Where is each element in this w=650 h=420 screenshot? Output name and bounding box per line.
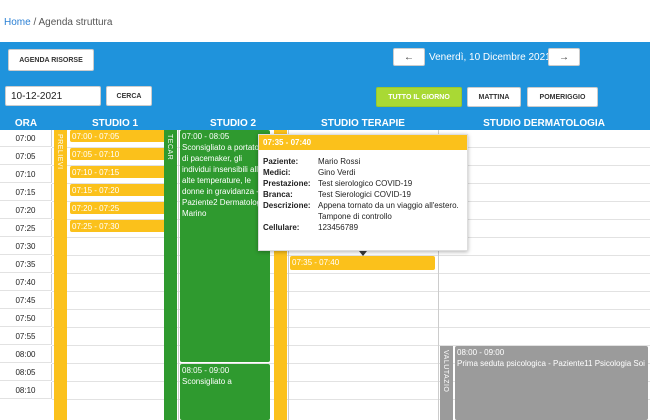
prelievi-label: PRELIEVI <box>56 134 63 170</box>
tooltip-arrow <box>359 251 367 256</box>
event-s1-5[interactable]: 07:25 - 07:30 <box>70 220 176 232</box>
tooltip-service: Test sierologico COVID-19 <box>318 179 413 188</box>
grid-line <box>52 309 650 310</box>
tutto-il-giorno-button[interactable]: TUTTO IL GIORNO <box>376 87 462 107</box>
tooltip-branch: Test Sierologici COVID-19 <box>318 190 411 199</box>
time-slot: 07:30 <box>0 238 52 255</box>
breadcrumb-current: Agenda struttura <box>38 17 113 28</box>
valutazioni-label: VALUTAZIO <box>442 350 449 393</box>
time-slot: 07:50 <box>0 310 52 327</box>
time-slot: 08:05 <box>0 364 52 381</box>
tecar-strip[interactable]: TECAR <box>164 130 177 420</box>
time-slot: 07:00 <box>0 130 52 147</box>
prelievi-strip[interactable]: PRELIEVI <box>54 130 67 420</box>
time-slot: 07:25 <box>0 220 52 237</box>
tooltip-patient: Mario Rossi <box>318 157 361 166</box>
time-slot: 08:10 <box>0 382 52 399</box>
event-tooltip: 07:35 - 07:40 Paziente: Mario Rossi Medic… <box>258 134 468 251</box>
event-time: 07:00 - 08:05 <box>182 132 230 141</box>
grid-line <box>52 273 650 274</box>
breadcrumb-home-link[interactable]: Home <box>4 17 31 28</box>
time-slot: 07:55 <box>0 328 52 345</box>
column-studio-dermatologia: STUDIO DERMATOLOGIA <box>483 117 605 129</box>
tooltip-key: Descrizione: <box>263 201 311 210</box>
time-slot: 07:15 <box>0 184 52 201</box>
event-dermatologia[interactable]: 08:00 - 09:00 Prima seduta psicologica -… <box>455 346 648 420</box>
tooltip-key: Medici: <box>263 168 291 177</box>
tooltip-phone: 123456789 <box>318 223 359 232</box>
tooltip-key: Branca: <box>263 190 293 199</box>
tooltip-key: Paziente: <box>263 157 299 166</box>
mattina-button[interactable]: MATTINA <box>467 87 521 107</box>
time-slot: 07:05 <box>0 148 52 165</box>
breadcrumb: Home / Agenda struttura <box>4 17 112 28</box>
valutazioni-strip[interactable]: VALUTAZIO <box>440 346 453 420</box>
event-s2-tecar[interactable]: 07:00 - 08:05 Sconsigliato a portatori d… <box>180 130 270 362</box>
event-description: Sconsigliato a <box>182 377 232 386</box>
time-slot: 07:40 <box>0 274 52 291</box>
column-studio-2: STUDIO 2 <box>209 117 257 129</box>
event-time: 08:05 - 09:00 <box>182 366 230 375</box>
next-day-button[interactable]: → <box>548 48 580 66</box>
cerca-button[interactable]: CERCA <box>106 86 152 106</box>
event-s2-second[interactable]: 08:05 - 09:00 Sconsigliato a <box>180 364 270 420</box>
agenda-risorse-button[interactable]: AGENDA RISORSE <box>8 49 94 71</box>
event-s1-2[interactable]: 07:10 - 07:15 <box>70 166 176 178</box>
time-slot: 08:00 <box>0 346 52 363</box>
column-ora: ORA <box>14 117 38 129</box>
grid-line <box>52 291 650 292</box>
tooltip-key: Prestazione: <box>263 179 311 188</box>
tecar-label: TECAR <box>166 134 173 161</box>
tooltip-description: Appena tornato da un viaggio all'estero.… <box>318 201 459 221</box>
tooltip-doctor: Gino Verdi <box>318 168 356 177</box>
time-slot: 07:20 <box>0 202 52 219</box>
event-time: 08:00 - 09:00 <box>457 348 505 357</box>
agenda-toolbar: AGENDA RISORSE ← Venerdì, 10 Dicembre 20… <box>0 42 650 116</box>
time-slot: 07:45 <box>0 292 52 309</box>
date-input[interactable]: 10-12-2021 <box>5 86 101 106</box>
prev-day-button[interactable]: ← <box>393 48 425 66</box>
tooltip-key: Cellulare: <box>263 223 300 232</box>
event-s1-1[interactable]: 07:05 - 07:10 <box>70 148 176 160</box>
event-s1-0[interactable]: 07:00 - 07:05 <box>70 130 176 142</box>
column-studio-terapie: STUDIO TERAPIE <box>321 117 405 129</box>
pomeriggio-button[interactable]: POMERIGGIO <box>527 87 598 107</box>
time-slot: 07:35 <box>0 256 52 273</box>
calendar-header: ORA STUDIO 1 STUDIO 2 STUDIO TERAPIE STU… <box>0 116 650 130</box>
column-divider <box>178 130 179 420</box>
time-slot: 07:10 <box>0 166 52 183</box>
event-s1-3[interactable]: 07:15 - 07:20 <box>70 184 176 196</box>
event-description: Sconsigliato a portatori di pacemaker, g… <box>182 143 268 218</box>
breadcrumb-separator: / <box>33 17 37 28</box>
tooltip-header: 07:35 - 07:40 <box>259 135 467 150</box>
event-terapie[interactable]: 07:35 - 07:40 <box>290 256 435 270</box>
grid-line <box>52 327 650 328</box>
event-s1-4[interactable]: 07:20 - 07:25 <box>70 202 176 214</box>
event-description: Prima seduta psicologica - Paziente11 Ps… <box>457 359 645 368</box>
column-studio-1: STUDIO 1 <box>91 117 139 129</box>
tooltip-body: Paziente: Mario Rossi Medici: Gino Verdi P… <box>259 150 467 239</box>
current-date-label: Venerdì, 10 Dicembre 2021 <box>429 52 551 63</box>
